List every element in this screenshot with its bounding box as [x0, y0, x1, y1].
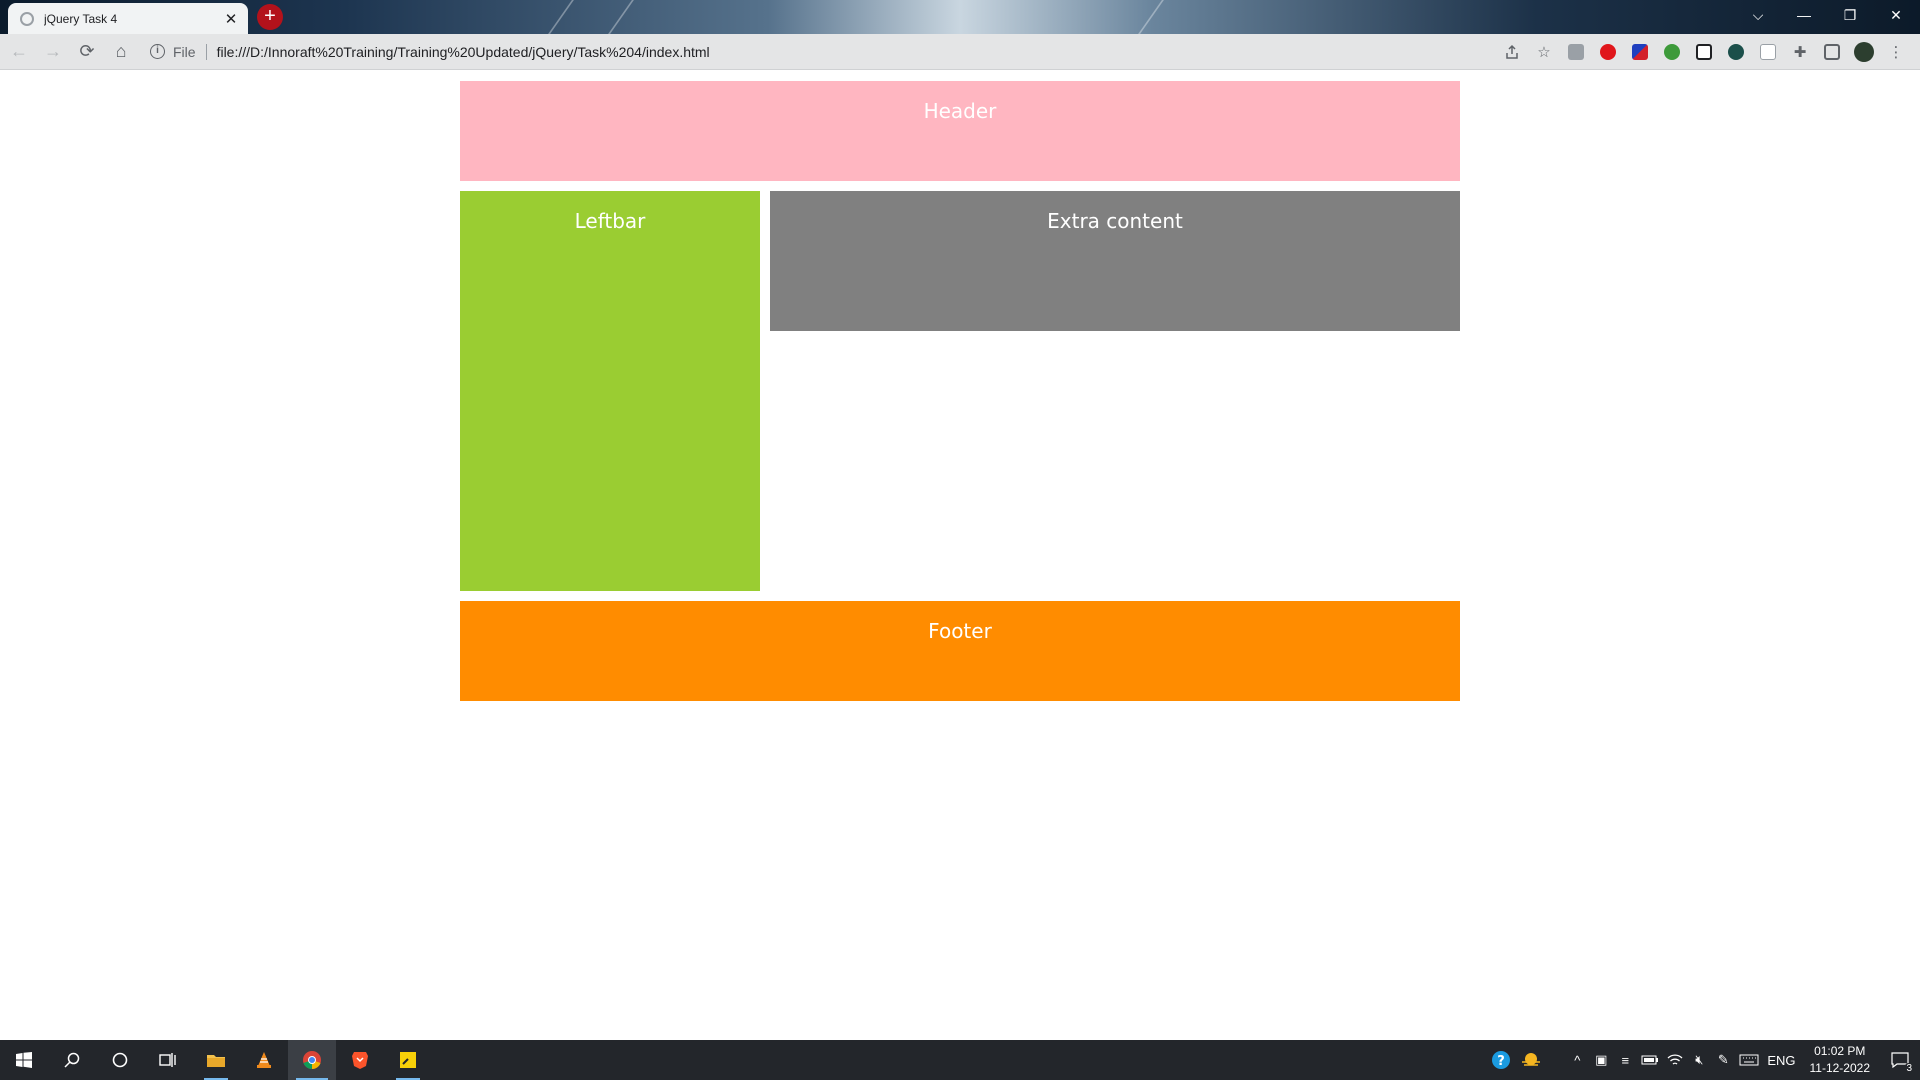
svg-text:?: ?	[1498, 1054, 1506, 1069]
clock[interactable]: 01:02 PM 11-12-2022	[1800, 1043, 1881, 1077]
footer-block: Footer	[460, 601, 1460, 701]
background-decoration	[608, 0, 634, 34]
clock-time: 01:02 PM	[1814, 1044, 1866, 1058]
restore-button[interactable]: ❐	[1827, 0, 1873, 30]
header-block: Header	[460, 81, 1460, 181]
picture-in-picture-icon[interactable]	[1688, 37, 1720, 67]
home-button[interactable]: ⌂	[106, 37, 136, 67]
url-text[interactable]: file:///D:/Innoraft%20Training/Training%…	[217, 44, 710, 60]
new-tab-button[interactable]: +	[257, 4, 283, 30]
forward-button[interactable]: →	[38, 37, 68, 67]
profile-avatar[interactable]	[1848, 37, 1880, 67]
browser-toolbar: ← → ⟳ ⌂ i File file:///D:/Innoraft%20Tra…	[0, 34, 1920, 70]
start-icon[interactable]	[0, 1040, 48, 1080]
search-icon[interactable]	[48, 1040, 96, 1080]
wifi-icon[interactable]	[1663, 1040, 1687, 1080]
battery-icon[interactable]	[1637, 1040, 1663, 1080]
extension-icon-1[interactable]	[1560, 37, 1592, 67]
menu-icon[interactable]: ⋮	[1880, 37, 1912, 67]
keyboard-icon[interactable]	[1735, 1040, 1763, 1080]
page-viewport: Header Leftbar Extra content Footer	[0, 70, 1920, 1040]
brave-icon[interactable]	[336, 1040, 384, 1080]
file-explorer-icon[interactable]	[192, 1040, 240, 1080]
task-view-icon[interactable]	[144, 1040, 192, 1080]
extra-content-block: Extra content	[770, 191, 1460, 331]
sidepanel-icon[interactable]	[1816, 37, 1848, 67]
notifications-icon[interactable]: 3	[1880, 1040, 1920, 1080]
weather-icon[interactable]	[1515, 1040, 1547, 1080]
browser-tab[interactable]: jQuery Task 4 ✕	[8, 3, 248, 34]
opera-icon[interactable]	[1592, 37, 1624, 67]
clock-date: 11-12-2022	[1809, 1061, 1871, 1075]
tab-title: jQuery Task 4	[44, 11, 118, 26]
sticky-notes-icon[interactable]	[384, 1040, 432, 1080]
leftbar-block: Leftbar	[460, 191, 760, 591]
tab-search-icon[interactable]: ⌵	[1735, 0, 1781, 30]
puzzle-icon[interactable]: ✚	[1784, 37, 1816, 67]
vlc-icon[interactable]	[240, 1040, 288, 1080]
language-indicator[interactable]: ENG	[1763, 1040, 1799, 1080]
extension-icon-5[interactable]	[1752, 37, 1784, 67]
notification-count-badge: 3	[1904, 1063, 1914, 1074]
share-icon[interactable]	[1496, 37, 1528, 67]
pen-icon[interactable]: ✎	[1711, 1040, 1735, 1080]
background-decoration	[1138, 0, 1164, 34]
extension-icon-2[interactable]	[1624, 37, 1656, 67]
chevron-up-icon[interactable]: ^	[1565, 1040, 1589, 1080]
taskbar: ? ^ ▣ ≡ 🔇︎ ✎ ENG 01:02 PM 11-12-2022 3	[0, 1040, 1920, 1080]
minimize-button[interactable]: —	[1781, 0, 1827, 30]
back-button[interactable]: ←	[4, 37, 34, 67]
help-icon[interactable]: ?	[1487, 1040, 1515, 1080]
cortana-icon[interactable]	[96, 1040, 144, 1080]
browser-titlebar: jQuery Task 4 ✕ + ⌵ — ❐ ✕	[0, 0, 1920, 34]
address-bar[interactable]: i File file:///D:/Innoraft%20Training/Tr…	[142, 37, 1472, 67]
reload-button[interactable]: ⟳	[72, 37, 102, 67]
toolbar-actions: ☆ ✚ ⋮	[1496, 34, 1912, 70]
volume-muted-icon[interactable]: 🔇︎	[1687, 1040, 1711, 1080]
scheme-label: File	[173, 43, 207, 60]
info-icon[interactable]: i	[150, 44, 165, 59]
background-decoration	[548, 0, 574, 34]
star-icon[interactable]: ☆	[1528, 37, 1560, 67]
tray-app-icon[interactable]: ≡	[1613, 1040, 1637, 1080]
extension-icon-4[interactable]	[1720, 37, 1752, 67]
extension-icon-3[interactable]	[1656, 37, 1688, 67]
system-tray: ? ^ ▣ ≡ 🔇︎ ✎ ENG 01:02 PM 11-12-2022 3	[1487, 1040, 1920, 1080]
chrome-icon[interactable]	[288, 1040, 336, 1080]
globe-icon	[20, 11, 34, 26]
tab-close-icon[interactable]: ✕	[222, 10, 240, 28]
close-window-button[interactable]: ✕	[1873, 0, 1919, 30]
meet-now-icon[interactable]: ▣	[1589, 1040, 1613, 1080]
